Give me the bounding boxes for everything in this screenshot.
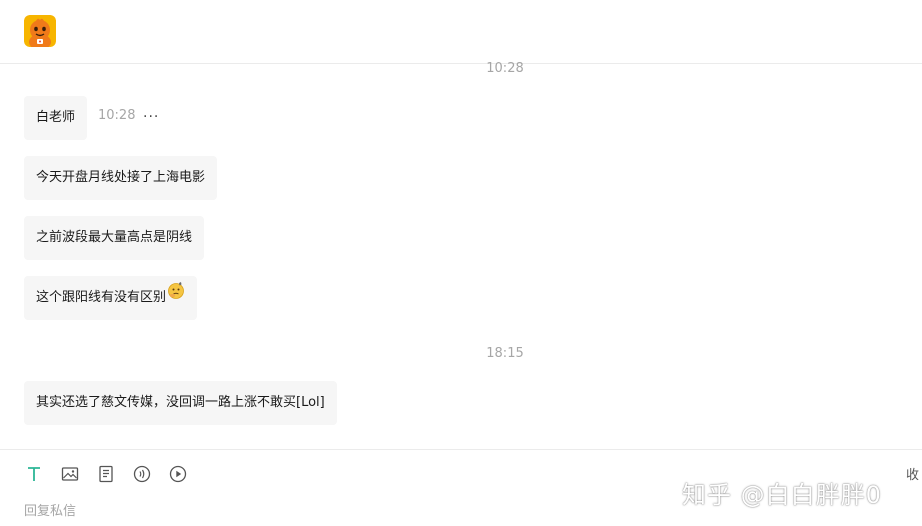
message-bubble: 今天开盘月线处接了上海电影 [24,156,218,200]
message-bubble: 其实还选了慈文传媒，没回调一路上涨不敢买[Lol] [24,381,337,425]
message-text: 其实还选了慈文传媒，没回调一路上涨不敢买[Lol] [36,395,325,410]
thinking-emoji-icon [167,274,185,318]
message-text: 之前波段最大量高点是阴线 [36,230,193,245]
message-text: 白老师 [36,110,76,125]
collapse-button[interactable]: 收 [906,464,919,483]
watermark: 知乎 @白白胖胖0 [682,481,882,509]
message-bubble: 之前波段最大量高点是阴线 [24,216,205,260]
video-play-icon [169,465,187,483]
document-button[interactable] [96,464,116,484]
more-options-button[interactable]: ··· [143,108,163,128]
text-format-button[interactable] [24,464,44,484]
conversation-header [0,0,922,64]
video-button[interactable] [168,464,188,484]
reply-input[interactable]: 回复私信 [24,500,76,519]
mascot-avatar-icon [24,15,56,47]
time-divider: 10:28 [486,61,524,76]
message-composer: 回复私信 知乎 @白白胖胖0 收 [0,449,922,526]
time-divider: 18:15 [486,346,524,361]
message-bubble: 这个跟阳线有没有区别 [24,274,198,320]
image-icon [61,467,79,481]
message-time: 10:28 [98,108,136,123]
message-bubble: 白老师 [24,96,88,140]
message-text: 这个跟阳线有没有区别 [36,290,167,305]
document-icon [99,465,113,483]
audio-button[interactable] [132,464,152,484]
audio-icon [133,465,151,483]
message-text: 今天开盘月线处接了上海电影 [36,170,206,185]
text-format-icon [28,467,40,481]
avatar[interactable] [24,15,56,47]
image-button[interactable] [60,464,80,484]
